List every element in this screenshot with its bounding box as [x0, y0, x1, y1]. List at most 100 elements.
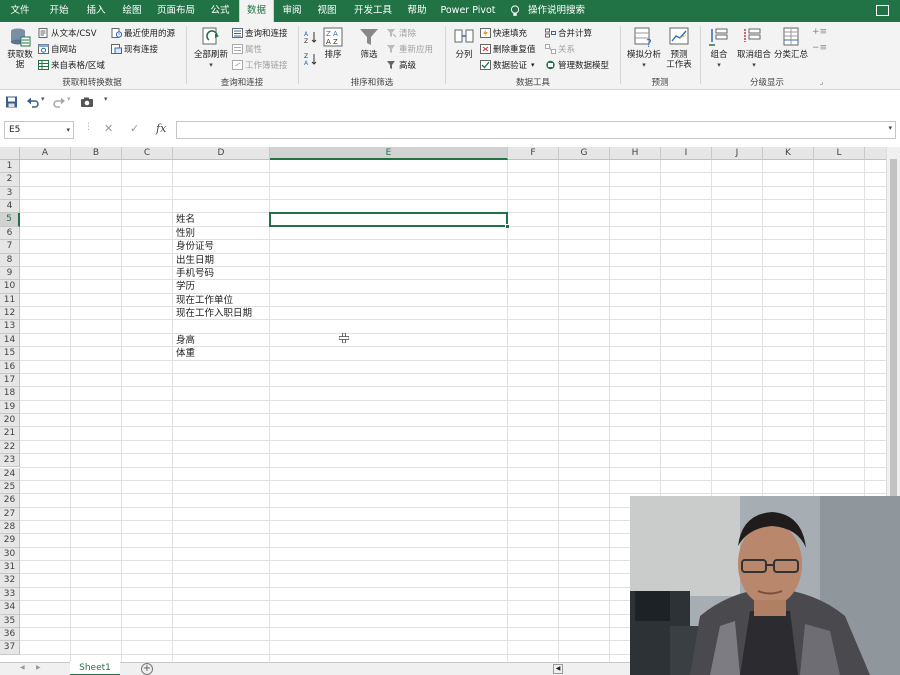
- row-header[interactable]: 36: [0, 627, 20, 642]
- column-header[interactable]: L: [814, 147, 865, 160]
- redo-dropdown-icon[interactable]: ▾: [67, 95, 71, 109]
- row-header[interactable]: 27: [0, 507, 20, 521]
- dialog-launcher-icon[interactable]: ⌟: [820, 78, 823, 86]
- row-header[interactable]: 14: [0, 333, 20, 348]
- name-box-dropdown-icon[interactable]: ▾: [66, 122, 70, 138]
- save-icon[interactable]: [5, 95, 18, 109]
- subtotal-button[interactable]: 分类汇总: [772, 26, 810, 60]
- ungroup-button[interactable]: 取消组合 ▾: [734, 26, 774, 70]
- manage-data-model-button[interactable]: 管理数据模型: [545, 59, 609, 71]
- sheet-tab-sheet1[interactable]: Sheet1: [70, 662, 120, 675]
- customize-qat-icon[interactable]: ▾: [104, 95, 108, 109]
- data-validation-button[interactable]: 数据验证 ▾: [480, 59, 535, 71]
- ribbon-display-options-icon[interactable]: [876, 5, 889, 16]
- row-header[interactable]: 7: [0, 240, 20, 254]
- confirm-entry-icon[interactable]: ✓: [130, 122, 139, 135]
- row-header[interactable]: 4: [0, 200, 20, 214]
- row-header[interactable]: 31: [0, 561, 20, 575]
- show-detail-icon[interactable]: +≡: [812, 27, 827, 37]
- advanced-filter-button[interactable]: 高级: [386, 59, 416, 71]
- cell-D6[interactable]: 性别: [176, 227, 195, 240]
- column-header[interactable]: E: [270, 147, 508, 160]
- undo-dropdown-icon[interactable]: ▾: [41, 95, 45, 109]
- cell-D5[interactable]: 姓名: [176, 213, 195, 226]
- column-header[interactable]: M: [865, 147, 886, 160]
- vertical-scroll-thumb[interactable]: [890, 159, 897, 499]
- column-header[interactable]: J: [712, 147, 763, 160]
- ribbon-tab-5[interactable]: 公式: [202, 0, 238, 22]
- row-header[interactable]: 13: [0, 320, 20, 334]
- column-header[interactable]: F: [508, 147, 559, 160]
- tell-me-search[interactable]: 操作说明搜索: [528, 0, 585, 22]
- ribbon-tab-7[interactable]: 审阅: [276, 0, 308, 22]
- cell-D11[interactable]: 现在工作单位: [176, 294, 233, 307]
- row-header[interactable]: 5: [0, 213, 20, 227]
- consolidate-button[interactable]: 合并计算: [545, 27, 592, 39]
- row-header[interactable]: 24: [0, 467, 20, 481]
- undo-icon[interactable]: [26, 95, 40, 109]
- row-header[interactable]: 28: [0, 520, 20, 535]
- column-header[interactable]: G: [559, 147, 610, 160]
- scroll-sheets-left-icon[interactable]: ◀: [20, 664, 25, 671]
- row-header[interactable]: 12: [0, 307, 20, 321]
- queries-connections-button[interactable]: 查询和连接: [232, 27, 288, 39]
- reapply-button[interactable]: 重新应用: [386, 43, 433, 55]
- row-header[interactable]: 33: [0, 587, 20, 602]
- sort-ascending-button[interactable]: AZ: [304, 30, 318, 44]
- column-header[interactable]: I: [661, 147, 712, 160]
- sort-descending-button[interactable]: ZA: [304, 52, 318, 66]
- forecast-sheet-button[interactable]: 预测 工作表: [664, 26, 694, 70]
- flash-fill-button[interactable]: 快速填充: [480, 27, 527, 39]
- horizontal-scroll-left-icon[interactable]: ◀: [553, 664, 563, 674]
- row-header[interactable]: 29: [0, 534, 20, 548]
- row-header[interactable]: 8: [0, 253, 20, 267]
- from-text-csv-button[interactable]: 从文本/CSV: [38, 27, 97, 39]
- refresh-all-button[interactable]: 全部刷新 ▾: [192, 26, 230, 70]
- row-header[interactable]: 32: [0, 574, 20, 588]
- ribbon-tab-4[interactable]: 页面布局: [152, 0, 200, 22]
- column-header[interactable]: H: [610, 147, 661, 160]
- ribbon-tab-8[interactable]: 视图: [310, 0, 344, 22]
- row-header[interactable]: 30: [0, 547, 20, 562]
- row-header[interactable]: 9: [0, 266, 20, 281]
- properties-button[interactable]: 属性: [232, 43, 262, 55]
- column-header[interactable]: D: [173, 147, 270, 160]
- existing-connections-button[interactable]: 现有连接: [111, 43, 158, 55]
- fill-handle[interactable]: [505, 223, 510, 229]
- select-all-button[interactable]: [0, 147, 20, 160]
- row-header[interactable]: 18: [0, 387, 20, 401]
- row-header[interactable]: 2: [0, 173, 20, 187]
- ribbon-tab-0[interactable]: 文件: [2, 0, 38, 22]
- row-header[interactable]: 23: [0, 454, 20, 468]
- row-header[interactable]: 20: [0, 414, 20, 428]
- camera-icon[interactable]: [80, 95, 94, 109]
- column-header[interactable]: A: [20, 147, 71, 160]
- row-header[interactable]: 10: [0, 280, 20, 294]
- text-to-columns-button[interactable]: 分列: [451, 26, 477, 60]
- row-header[interactable]: 35: [0, 614, 20, 628]
- name-box[interactable]: E5 ▾: [4, 121, 74, 139]
- cell-D12[interactable]: 现在工作入职日期: [176, 307, 252, 320]
- row-header[interactable]: 21: [0, 427, 20, 441]
- ribbon-tab-6[interactable]: 数据: [239, 0, 274, 22]
- active-cell-border[interactable]: [269, 212, 508, 227]
- filter-button[interactable]: 筛选: [356, 26, 382, 60]
- row-header[interactable]: 15: [0, 347, 20, 361]
- row-header[interactable]: 11: [0, 293, 20, 308]
- row-header[interactable]: 22: [0, 440, 20, 455]
- relationships-button[interactable]: 关系: [545, 43, 575, 55]
- cell-D14[interactable]: 身高: [176, 334, 195, 347]
- row-header[interactable]: 26: [0, 494, 20, 508]
- row-header[interactable]: 17: [0, 373, 20, 388]
- recent-sources-button[interactable]: 最近使用的源: [111, 27, 175, 39]
- get-data-button[interactable]: 获取数 据: [5, 26, 35, 70]
- column-header[interactable]: B: [71, 147, 122, 160]
- clear-filter-button[interactable]: 清除: [386, 27, 416, 39]
- scroll-sheets-right-icon[interactable]: ▶: [36, 664, 41, 671]
- hide-detail-icon[interactable]: −≡: [812, 43, 827, 53]
- ribbon-tab-2[interactable]: 插入: [78, 0, 114, 22]
- ribbon-tab-1[interactable]: 开始: [40, 0, 78, 22]
- edit-links-button[interactable]: 工作簿链接: [232, 59, 288, 71]
- cell-D9[interactable]: 手机号码: [176, 267, 214, 280]
- insert-function-icon[interactable]: fx: [156, 122, 166, 135]
